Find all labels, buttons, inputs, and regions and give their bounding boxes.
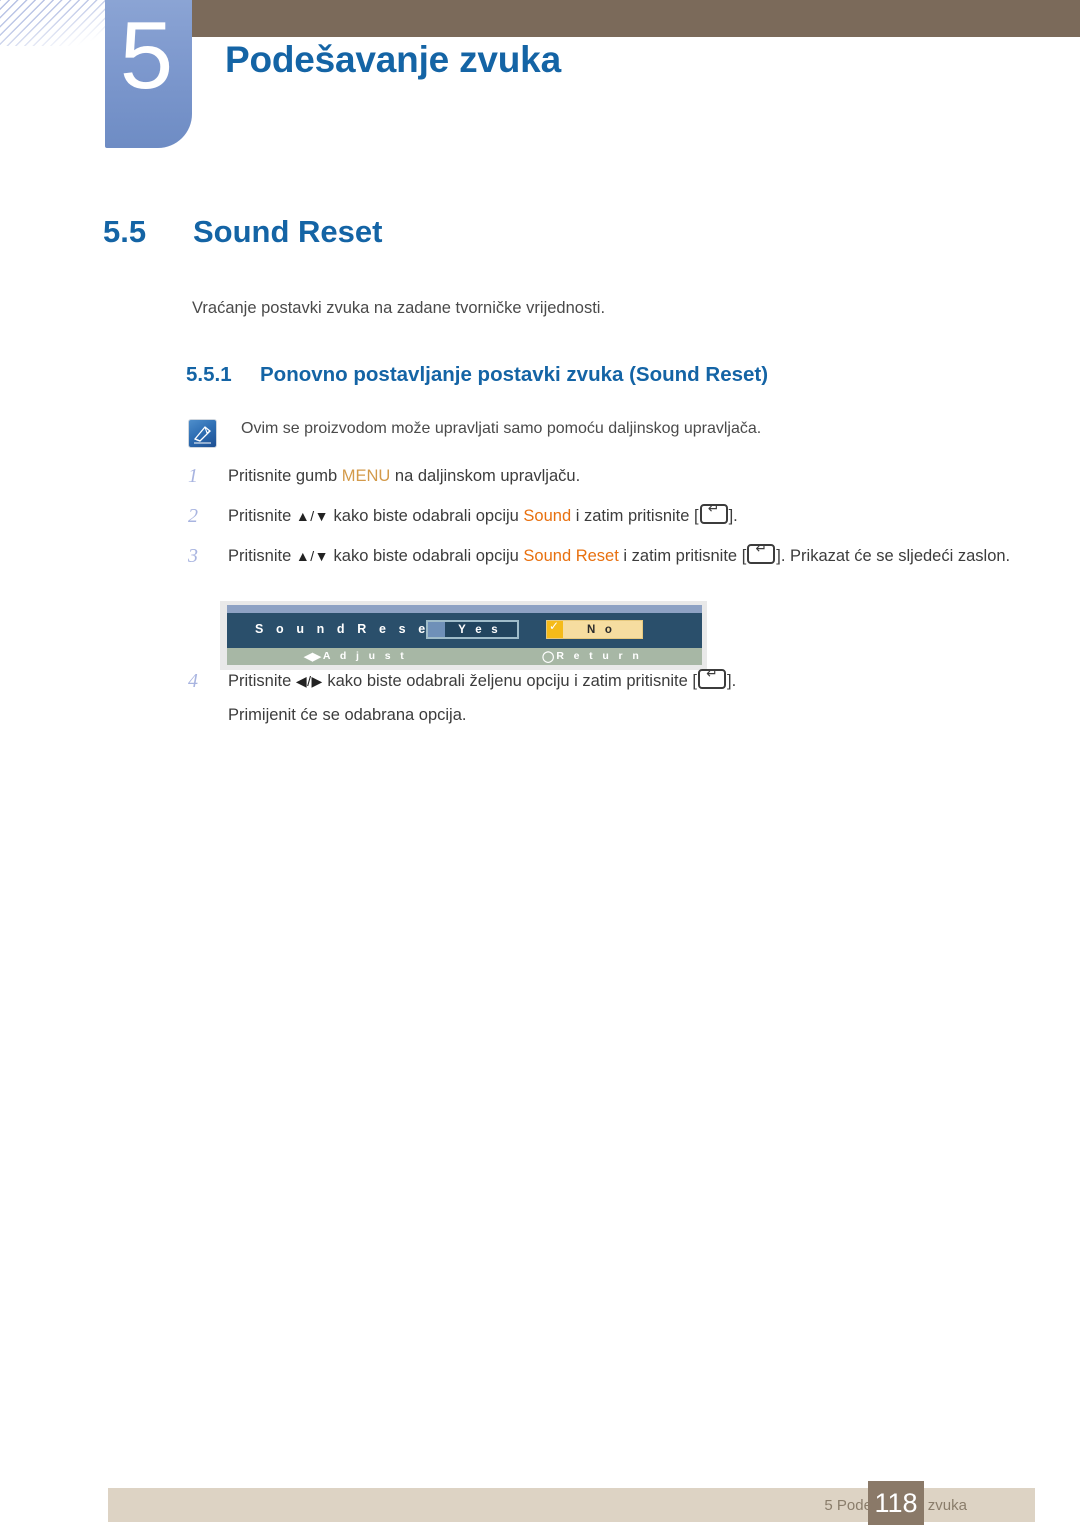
page-number: 118 [868, 1481, 924, 1525]
osd-option-no-label: N o [586, 623, 616, 636]
step-text: Pritisnite gumb MENU na daljinskom uprav… [228, 462, 1018, 490]
subsection-number: 5.5.1 [186, 363, 232, 386]
section-title: Sound Reset [193, 214, 383, 249]
subsection-heading: 5.5.1 Ponovno postavljanje postavki zvuka… [186, 362, 768, 388]
step-text-segment: kako biste odabrali opciju [328, 547, 524, 565]
step-text-segment: Pritisnite [228, 547, 296, 565]
sound-keyword: Sound [523, 507, 572, 525]
step-text-line: Pritisnite ◀/▶ kako biste odabrali želje… [228, 666, 1018, 695]
note-text: Ovim se proizvodom može upravljati samo … [241, 420, 762, 437]
osd-return-hint: ◯ R e t u r n [542, 650, 642, 663]
up-down-arrows-icon: ▲/▼ [295, 548, 329, 564]
corner-hatch-decoration [0, 0, 122, 46]
enter-key-icon [699, 501, 728, 524]
step-text-segment: i zatim pritisnite [ [618, 547, 747, 565]
menu-keyword: MENU [341, 467, 391, 485]
chapter-number: 5 [119, 2, 174, 109]
step-number: 3 [188, 545, 198, 567]
step-text-segment: ]. [728, 507, 738, 525]
step-item: 2 Pritisnite ▲/▼ kako biste odabrali opc… [188, 501, 1018, 530]
osd-option-marker [428, 622, 445, 637]
step-text-segment: na daljinskom upravljaču. [390, 467, 581, 485]
steps-list-before-osd: 1 Pritisnite gumb MENU na daljinskom upr… [188, 462, 1018, 582]
sound-reset-keyword: Sound Reset [523, 547, 619, 565]
osd-return-label: R e t u r n [556, 650, 643, 662]
step-number: 2 [188, 505, 198, 527]
section-number: 5.5 [103, 214, 147, 249]
step-text-segment: i zatim pritisnite [ [571, 507, 699, 525]
step-text-segment: kako biste odabrali željenu opciju i zat… [322, 672, 697, 690]
osd-menu-label: S o u n d R e s e t [255, 622, 447, 636]
enter-key-icon [697, 666, 726, 689]
step-text-segment: Pritisnite [228, 672, 296, 690]
step-item: 3 Pritisnite ▲/▼ kako biste odabrali opc… [188, 541, 1018, 570]
chapter-header-bar [192, 0, 1080, 37]
left-right-arrows-icon: ◀▶ [304, 651, 321, 663]
note-pen-icon [188, 419, 217, 448]
step-number: 4 [188, 670, 198, 692]
step-item: 1 Pritisnite gumb MENU na daljinskom upr… [188, 462, 1018, 490]
osd-body: S o u n d R e s e t Y e s N o [227, 613, 702, 648]
steps-list-after-osd: 4 Pritisnite ◀/▶ kako biste odabrali žel… [188, 666, 1018, 741]
step-text-segment: Pritisnite [228, 507, 296, 525]
osd-frame: S o u n d R e s e t Y e s N o ◀▶A d j u … [220, 601, 707, 670]
step-subtext: Primijenit će se odabrana opcija. [228, 706, 467, 724]
section-heading: 5.5 Sound Reset [103, 214, 382, 250]
osd-option-yes-label: Y e s [458, 623, 501, 636]
osd-adjust-hint: ◀▶ A d j u s t [304, 650, 407, 663]
enter-key-icon [747, 541, 776, 564]
step-text-segment: ]. [726, 672, 737, 690]
chapter-title: Podešavanje zvuka [225, 39, 561, 80]
osd-option-yes[interactable]: Y e s [426, 620, 519, 639]
step-text-segment: kako biste odabrali opciju [328, 507, 524, 525]
osd-option-no[interactable]: N o [546, 619, 643, 639]
section-description: Vraćanje postavki zvuka na zadane tvorni… [192, 299, 606, 317]
subsection-title: Ponovno postavljanje postavki zvuka (Sou… [260, 363, 769, 386]
step-text-segment: ]. Prikazat će se sljedeći zaslon. [776, 547, 1011, 565]
left-right-arrows-icon: ◀/▶ [295, 673, 323, 689]
return-circle-icon: ◯ [542, 651, 555, 663]
check-icon [547, 619, 563, 638]
up-down-arrows-icon: ▲/▼ [295, 508, 329, 524]
step-item: 4 Pritisnite ◀/▶ kako biste odabrali žel… [188, 666, 1018, 729]
step-text-segment: Pritisnite gumb [228, 467, 342, 485]
osd-footer: ◀▶ A d j u s t ◯ R e t u r n [227, 648, 702, 665]
note-callout: Ovim se proizvodom može upravljati samo … [188, 418, 1008, 448]
step-number: 1 [188, 465, 198, 487]
step-text: Pritisnite ▲/▼ kako biste odabrali opcij… [228, 541, 1018, 570]
osd-title-strip [227, 605, 702, 613]
step-text: Pritisnite ▲/▼ kako biste odabrali opcij… [228, 501, 1018, 530]
step-text: Pritisnite ◀/▶ kako biste odabrali želje… [228, 666, 1018, 729]
chapter-number-badge: 5 [105, 0, 192, 148]
osd-adjust-label: A d j u s t [322, 650, 408, 662]
osd-preview: S o u n d R e s e t Y e s N o ◀▶A d j u … [220, 601, 707, 670]
